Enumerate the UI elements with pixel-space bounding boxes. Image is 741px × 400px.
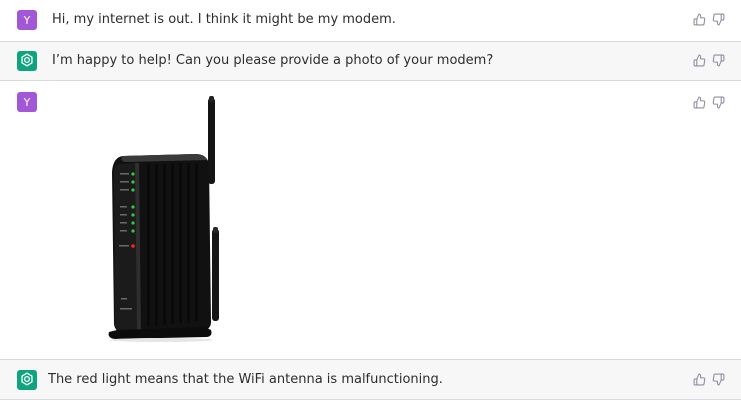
message-text: I’m happy to help! Can you please provid… — [52, 53, 494, 68]
message-row-user-1: Y Hi, my internet is out. I think it mig… — [0, 0, 741, 40]
user-avatar: Y — [17, 92, 37, 112]
chatbot-logo-icon — [20, 371, 34, 390]
user-avatar: Y — [17, 10, 37, 30]
message-row-assistant-1: I’m happy to help! Can you please provid… — [0, 41, 741, 81]
message-actions — [693, 373, 725, 387]
message-actions — [693, 54, 725, 68]
message-actions — [693, 13, 725, 27]
message-text: Hi, my internet is out. I think it might… — [52, 12, 396, 27]
message-actions — [693, 96, 725, 110]
thumbs-up-icon[interactable] — [693, 96, 706, 110]
thumbs-up-icon[interactable] — [693, 373, 706, 387]
message-row-assistant-2: The red light means that the WiFi antenn… — [0, 359, 741, 400]
assistant-avatar — [17, 370, 37, 390]
message-text: The red light means that the WiFi antenn… — [48, 372, 443, 387]
user-avatar-letter: Y — [23, 13, 31, 27]
modem-photo[interactable] — [95, 94, 235, 344]
thumbs-down-icon[interactable] — [712, 373, 725, 387]
assistant-avatar — [17, 51, 37, 71]
thumbs-down-icon[interactable] — [712, 54, 725, 68]
thumbs-down-icon[interactable] — [712, 96, 725, 110]
user-avatar-letter: Y — [23, 95, 31, 109]
thumbs-down-icon[interactable] — [712, 13, 725, 27]
thumbs-up-icon[interactable] — [693, 13, 706, 27]
chatbot-logo-icon — [20, 52, 34, 71]
thumbs-up-icon[interactable] — [693, 54, 706, 68]
